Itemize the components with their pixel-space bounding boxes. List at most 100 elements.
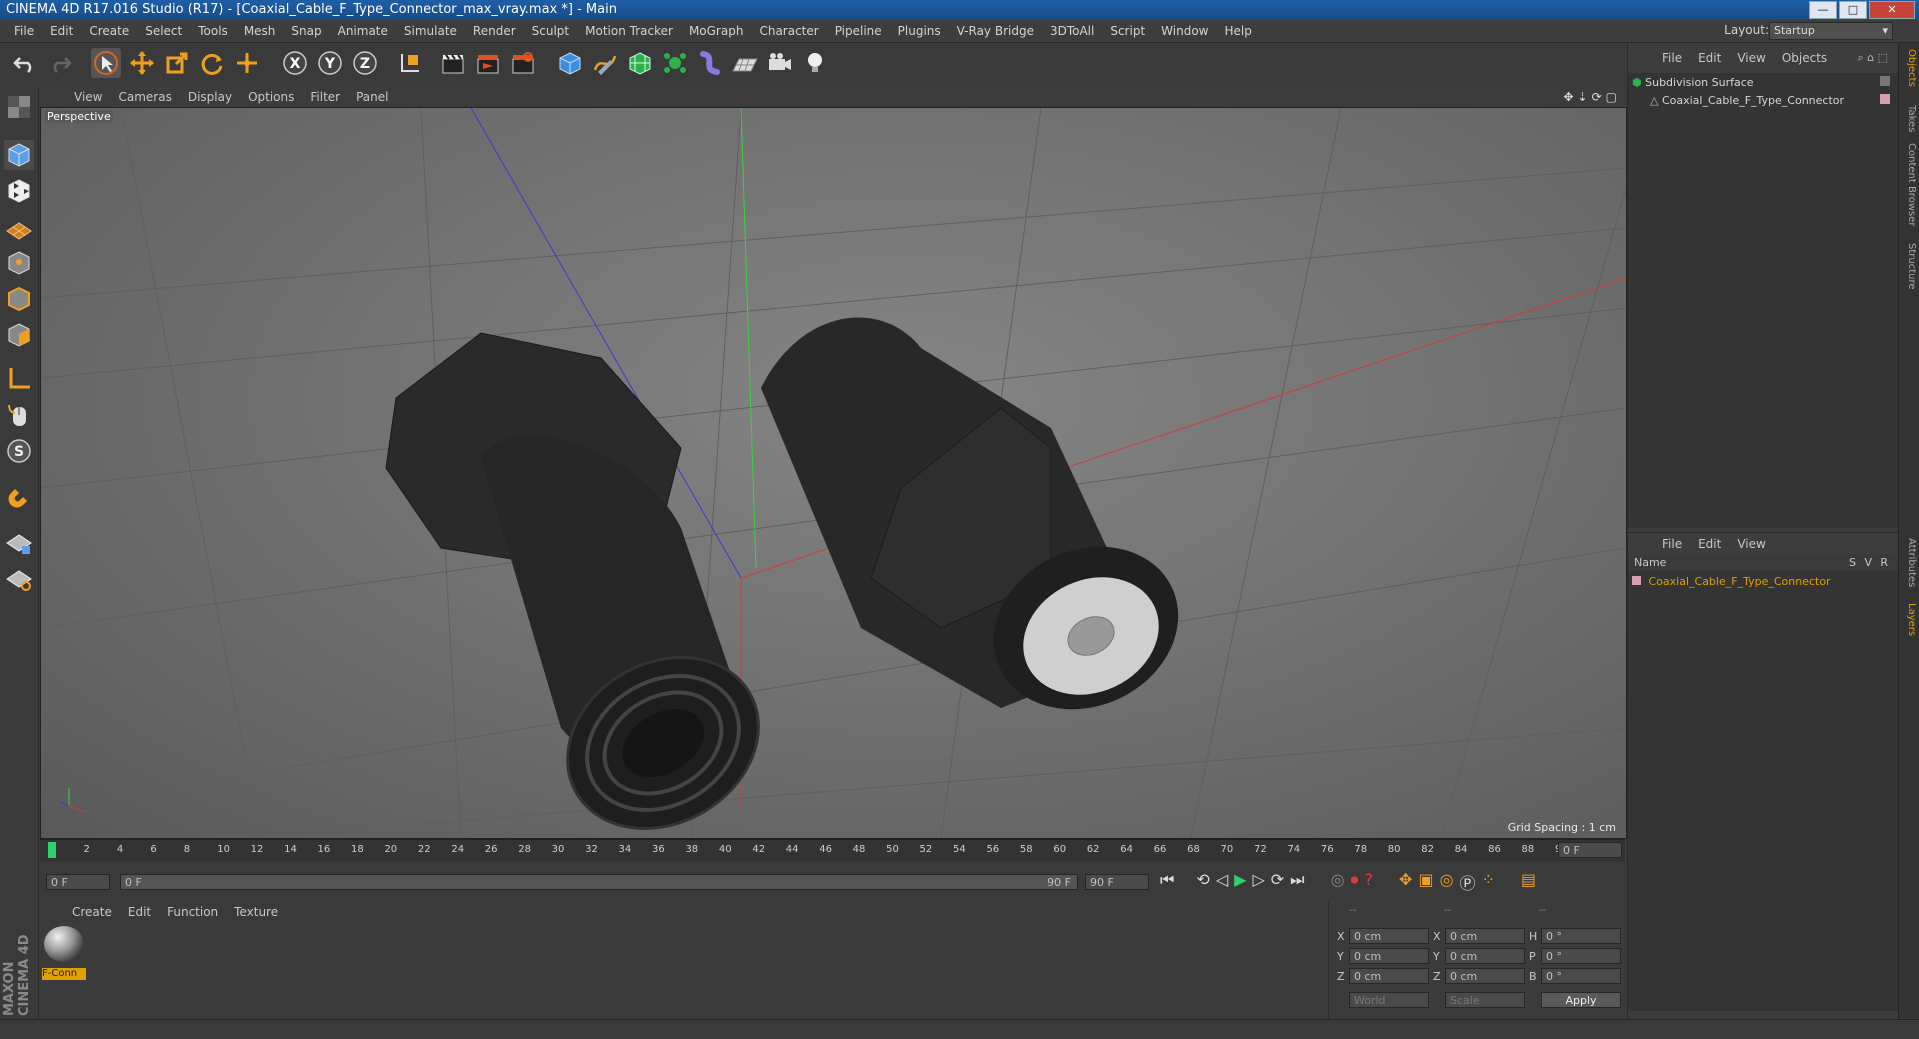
search-icon[interactable]: ⌕ ⌂ ⬚	[1857, 51, 1888, 65]
key-scale-icon[interactable]: ▣	[1418, 870, 1433, 894]
playhead[interactable]	[48, 842, 56, 858]
menu-create[interactable]: Create	[81, 24, 137, 38]
mograph-cloner-button[interactable]	[660, 48, 690, 78]
key-parameter-icon[interactable]: Ⓟ	[1460, 870, 1476, 894]
material-preview-ball[interactable]	[44, 926, 84, 962]
axis-mode-button[interactable]	[4, 364, 34, 394]
coordinate-system-button[interactable]	[395, 48, 425, 78]
tab-takes[interactable]: Takes	[1901, 105, 1917, 132]
timeline-window-icon[interactable]: ▤	[1521, 870, 1536, 894]
object-menu-file[interactable]: File	[1654, 51, 1690, 65]
viewport-menu-view[interactable]: View	[66, 90, 110, 104]
step-back-icon[interactable]: ◁	[1216, 870, 1228, 894]
subdivision-surface-button[interactable]	[625, 48, 655, 78]
viewport-menu-panel[interactable]: Panel	[348, 90, 396, 104]
key-pla-icon[interactable]: ⁘	[1482, 870, 1495, 894]
step-forward-icon[interactable]: ▷	[1252, 870, 1264, 894]
menu-plugins[interactable]: Plugins	[890, 24, 949, 38]
menu-vray-bridge[interactable]: V-Ray Bridge	[949, 24, 1042, 38]
layer-menu-edit[interactable]: Edit	[1690, 537, 1729, 551]
object-menu-edit[interactable]: Edit	[1690, 51, 1729, 65]
move-view-icon[interactable]: ⇣	[1578, 90, 1588, 104]
layer-menu-view[interactable]: View	[1729, 537, 1773, 551]
material-menu-create[interactable]: Create	[64, 905, 120, 919]
size-z-field[interactable]: 0 cm	[1445, 968, 1525, 984]
tweak-mode-button[interactable]	[4, 400, 34, 430]
rotate-tool-button[interactable]	[197, 48, 227, 78]
tree-item-coaxial-connector[interactable]: △ Coaxial_Cable_F_Type_Connector	[1650, 92, 1844, 110]
x-axis-lock-button[interactable]: X	[280, 48, 310, 78]
render-view-button[interactable]	[438, 48, 468, 78]
menu-help[interactable]: Help	[1216, 24, 1259, 38]
go-to-end-icon[interactable]: ⏭	[1290, 870, 1304, 894]
layer-row[interactable]: Coaxial_Cable_F_Type_Connector	[1632, 573, 1831, 591]
transform-tool-button[interactable]	[232, 48, 262, 78]
layer-menu-file[interactable]: File	[1654, 537, 1690, 551]
current-frame-field[interactable]: 0 F	[1558, 842, 1622, 858]
menu-animate[interactable]: Animate	[330, 24, 396, 38]
material-tag-icon[interactable]	[1880, 94, 1890, 104]
menu-mograph[interactable]: MoGraph	[681, 24, 752, 38]
tag-icon[interactable]	[1880, 76, 1890, 86]
spline-pen-button[interactable]	[590, 48, 620, 78]
model-mode-button[interactable]	[4, 140, 34, 170]
size-mode-dropdown[interactable]: Scale	[1445, 992, 1525, 1008]
points-mode-button[interactable]	[4, 248, 34, 278]
undo-button[interactable]	[10, 48, 40, 78]
key-position-icon[interactable]: ✥	[1399, 870, 1412, 894]
material-menu-texture[interactable]: Texture	[226, 905, 286, 919]
material-menu-function[interactable]: Function	[159, 905, 226, 919]
texture-mode-button[interactable]	[4, 176, 34, 206]
tree-item-subdivision-surface[interactable]: ⬢ Subdivision Surface	[1632, 74, 1754, 92]
move-tool-button[interactable]	[127, 48, 157, 78]
live-selection-button[interactable]	[91, 48, 121, 78]
maximize-button[interactable]: □	[1839, 1, 1867, 19]
rotate-view-icon[interactable]: ⟳	[1592, 90, 1602, 104]
cube-primitive-button[interactable]	[555, 48, 585, 78]
viewport-menu-filter[interactable]: Filter	[302, 90, 348, 104]
menu-snap[interactable]: Snap	[283, 24, 329, 38]
rotation-p-field[interactable]: 0 °	[1541, 948, 1621, 964]
redo-button[interactable]	[45, 48, 75, 78]
coordinate-mode-dropdown[interactable]: World	[1349, 992, 1429, 1008]
key-rotation-icon[interactable]: ◎	[1440, 870, 1454, 894]
size-y-field[interactable]: 0 cm	[1445, 948, 1525, 964]
pan-view-icon[interactable]: ✥	[1563, 90, 1573, 104]
magnet-button[interactable]	[4, 482, 34, 512]
render-settings-button[interactable]	[508, 48, 538, 78]
menu-motion-tracker[interactable]: Motion Tracker	[577, 24, 681, 38]
keyframe-selection-icon[interactable]: ?	[1365, 870, 1374, 894]
menu-character[interactable]: Character	[751, 24, 826, 38]
menu-simulate[interactable]: Simulate	[396, 24, 465, 38]
object-menu-objects[interactable]: Objects	[1774, 51, 1835, 65]
end-frame-field[interactable]: 90 F	[1085, 874, 1149, 890]
maximize-view-icon[interactable]: ▢	[1606, 90, 1617, 104]
make-editable-button[interactable]	[4, 92, 34, 122]
autokey-icon[interactable]: ⏺	[1351, 870, 1359, 894]
tab-content-browser[interactable]: Content Browser	[1901, 143, 1917, 226]
minimize-button[interactable]: —	[1809, 1, 1837, 19]
menu-edit[interactable]: Edit	[42, 24, 81, 38]
menu-window[interactable]: Window	[1153, 24, 1216, 38]
snap-button[interactable]: S	[4, 436, 34, 466]
menu-sculpt[interactable]: Sculpt	[524, 24, 577, 38]
preview-range-slider[interactable]: 0 F 90 F	[120, 874, 1078, 890]
y-axis-lock-button[interactable]: Y	[315, 48, 345, 78]
light-object-button[interactable]	[800, 48, 830, 78]
scale-tool-button[interactable]	[162, 48, 192, 78]
play-icon[interactable]: ▶	[1234, 870, 1246, 894]
deformer-button[interactable]	[695, 48, 725, 78]
go-to-start-icon[interactable]: ⏮	[1160, 870, 1174, 894]
viewport-menu-options[interactable]: Options	[240, 90, 302, 104]
menu-pipeline[interactable]: Pipeline	[827, 24, 890, 38]
edges-mode-button[interactable]	[4, 284, 34, 314]
start-frame-field[interactable]: 0 F	[46, 874, 110, 890]
layout-dropdown[interactable]: Startup ▾	[1769, 22, 1893, 40]
tab-layers[interactable]: Layers	[1901, 603, 1917, 636]
workplane-mode-button[interactable]	[4, 212, 34, 242]
menu-select[interactable]: Select	[137, 24, 190, 38]
viewport-menu-display[interactable]: Display	[180, 90, 240, 104]
rotation-h-field[interactable]: 0 °	[1541, 928, 1621, 944]
rotation-b-field[interactable]: 0 °	[1541, 968, 1621, 984]
menu-render[interactable]: Render	[465, 24, 524, 38]
